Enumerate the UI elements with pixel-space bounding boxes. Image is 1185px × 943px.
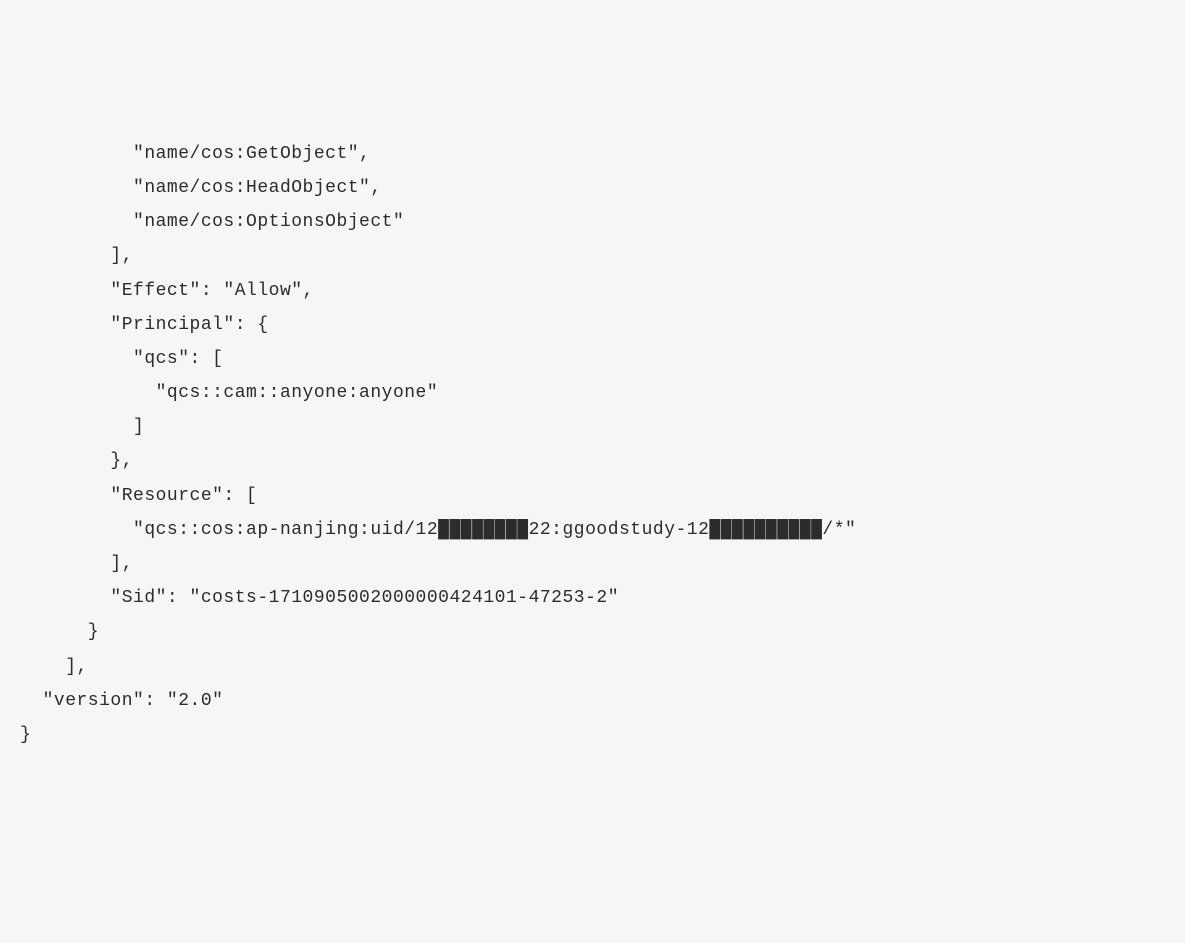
code-line: "name/cos:GetObject", — [20, 144, 370, 164]
code-line: "Resource": [ — [20, 486, 257, 506]
code-line: "qcs::cos:ap-nanjing:uid/12████████22:gg… — [20, 520, 856, 540]
code-line: "qcs": [ — [20, 349, 223, 369]
code-line: "version": "2.0" — [20, 691, 223, 711]
code-line: "name/cos:OptionsObject" — [20, 212, 404, 232]
code-line: "Principal": { — [20, 315, 269, 335]
code-block: "name/cos:GetObject", "name/cos:HeadObje… — [0, 137, 1185, 752]
code-line: "Sid": "costs-1710905002000000424101-472… — [20, 588, 619, 608]
code-line: } — [20, 725, 31, 745]
code-line: ], — [20, 657, 88, 677]
code-line: ], — [20, 554, 133, 574]
code-line: ] — [20, 417, 144, 437]
code-line: "name/cos:HeadObject", — [20, 178, 382, 198]
code-line: "qcs::cam::anyone:anyone" — [20, 383, 438, 403]
code-line: "Effect": "Allow", — [20, 281, 314, 301]
code-line: }, — [20, 451, 133, 471]
code-line: ], — [20, 246, 133, 266]
code-line: } — [20, 622, 99, 642]
